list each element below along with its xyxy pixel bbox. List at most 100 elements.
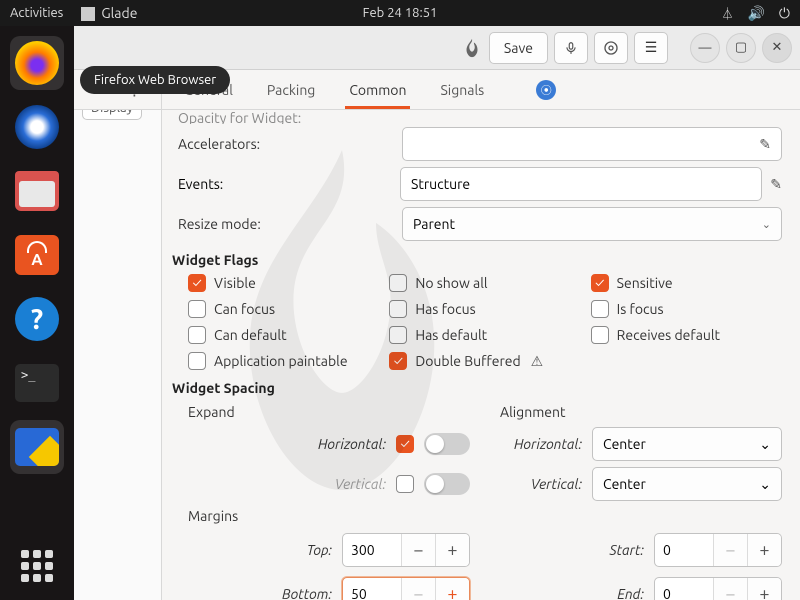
- gear-icon: [603, 40, 619, 56]
- flag-receives-default[interactable]: Receives default: [591, 324, 782, 346]
- dock-terminal[interactable]: >_: [10, 356, 64, 410]
- margin-bottom-plus[interactable]: +: [435, 578, 469, 600]
- align-vertical-label: Vertical:: [500, 476, 582, 492]
- margin-top-input[interactable]: [343, 534, 401, 566]
- chevron-down-icon: ⌄: [759, 476, 771, 493]
- flag-no-show-all[interactable]: No show all: [389, 272, 580, 294]
- clock[interactable]: Feb 24 18:51: [363, 6, 438, 20]
- accelerators-input[interactable]: ✎: [402, 127, 782, 161]
- dock-files[interactable]: [10, 164, 64, 218]
- flag-double-buffered[interactable]: ✓Double Buffered⚠: [389, 350, 580, 372]
- thunderbird-icon: [15, 105, 59, 149]
- resize-mode-select[interactable]: Parent⌄: [402, 207, 782, 241]
- margin-end-spin[interactable]: −+: [654, 577, 782, 600]
- tooltip: Firefox Web Browser: [80, 66, 230, 94]
- glade-app-icon: [15, 428, 59, 466]
- margin-start-minus[interactable]: −: [713, 534, 747, 566]
- margin-top-minus[interactable]: −: [401, 534, 435, 566]
- minimize-button[interactable]: —: [690, 33, 720, 63]
- tab-signals[interactable]: Signals: [438, 72, 486, 108]
- margin-top-label: Top:: [188, 542, 332, 558]
- warning-icon: ⚠: [531, 353, 544, 370]
- accessibility-icon[interactable]: ⦿: [536, 80, 556, 100]
- flag-visible[interactable]: ✓Visible: [188, 272, 379, 294]
- resize-mode-label: Resize mode:: [172, 216, 392, 232]
- flag-is-focus[interactable]: Is focus: [591, 298, 782, 320]
- align-vertical-select[interactable]: Center⌄: [592, 467, 782, 501]
- expand-horizontal-check[interactable]: ✓: [396, 433, 414, 455]
- margin-bottom-label: Bottom:: [188, 586, 332, 600]
- mic-button[interactable]: [554, 32, 588, 64]
- expand-vertical-check[interactable]: [396, 473, 414, 495]
- alignment-heading: Alignment: [500, 400, 782, 424]
- dock-thunderbird[interactable]: [10, 100, 64, 154]
- margin-end-label: End:: [500, 586, 644, 600]
- margins-heading: Margins: [188, 504, 470, 528]
- mic-icon: [564, 41, 578, 55]
- volume-icon[interactable]: 🔊: [747, 5, 764, 22]
- activities-button[interactable]: Activities: [10, 6, 63, 20]
- top-bar: Activities Glade Feb 24 18:51 ⏃ 🔊 ⏻: [0, 0, 800, 26]
- margin-start-label: Start:: [500, 542, 644, 558]
- dock-glade[interactable]: [10, 420, 64, 474]
- widget-tree-pane: Display: [74, 110, 162, 600]
- files-icon: [15, 171, 59, 211]
- properties-pane[interactable]: Opacity for Widget: Accelerators: ✎ Even…: [162, 110, 800, 600]
- flag-has-focus[interactable]: Has focus: [389, 298, 580, 320]
- margin-end-minus[interactable]: −: [713, 578, 747, 600]
- flag-app-paintable[interactable]: Application paintable: [188, 350, 379, 372]
- widget-flags-grid: ✓Visible No show all ✓Sensitive Can focu…: [172, 272, 782, 372]
- edit-icon[interactable]: ✎: [759, 136, 771, 153]
- power-icon[interactable]: ⏻: [779, 5, 790, 22]
- margin-bottom-spin[interactable]: −+: [342, 577, 470, 600]
- titlebar: Save ☰ — ▢ ✕: [74, 26, 800, 70]
- margin-bottom-input[interactable]: [343, 578, 401, 600]
- widget-flags-heading: Widget Flags: [172, 244, 782, 272]
- glade-icon: [81, 7, 95, 21]
- menu-button[interactable]: ☰: [634, 32, 668, 64]
- margin-end-plus[interactable]: +: [747, 578, 781, 600]
- opacity-label: Opacity for Widget:: [172, 110, 782, 124]
- hamburger-icon: ☰: [645, 39, 658, 56]
- margin-top-plus[interactable]: +: [435, 534, 469, 566]
- expand-vertical-label: Vertical:: [188, 476, 386, 492]
- glade-logo-icon: [461, 37, 483, 59]
- flag-sensitive[interactable]: ✓Sensitive: [591, 272, 782, 294]
- events-input[interactable]: Structure: [400, 167, 762, 201]
- expand-vertical-switch[interactable]: [424, 473, 470, 495]
- dock-help[interactable]: ?: [10, 292, 64, 346]
- close-button[interactable]: ✕: [762, 33, 792, 63]
- chevron-down-icon: ⌄: [759, 436, 771, 453]
- margin-start-plus[interactable]: +: [747, 534, 781, 566]
- margin-top-spin[interactable]: −+: [342, 533, 470, 567]
- expand-heading: Expand: [188, 400, 470, 424]
- show-applications[interactable]: [17, 546, 57, 586]
- save-button[interactable]: Save: [489, 32, 548, 64]
- network-icon[interactable]: ⏃: [721, 5, 733, 22]
- accelerators-label: Accelerators:: [172, 136, 392, 152]
- flag-has-default[interactable]: Has default: [389, 324, 580, 346]
- margin-start-spin[interactable]: −+: [654, 533, 782, 567]
- tab-packing[interactable]: Packing: [265, 72, 317, 108]
- dock-software[interactable]: [10, 228, 64, 282]
- settings-button[interactable]: [594, 32, 628, 64]
- dock-firefox[interactable]: [10, 36, 64, 90]
- margin-bottom-minus[interactable]: −: [401, 578, 435, 600]
- active-app[interactable]: Glade: [81, 5, 137, 22]
- events-edit-icon[interactable]: ✎: [770, 176, 782, 193]
- software-icon: [15, 235, 59, 275]
- widget-spacing-heading: Widget Spacing: [172, 372, 782, 400]
- maximize-button[interactable]: ▢: [726, 33, 756, 63]
- flag-can-default[interactable]: Can default: [188, 324, 379, 346]
- glade-window: Save ☰ — ▢ ✕ ⌄ ⋮ General Packing Common …: [74, 26, 800, 600]
- selected-widget[interactable]: Display: [82, 110, 142, 120]
- expand-horizontal-switch[interactable]: [424, 433, 470, 455]
- tab-common[interactable]: Common: [347, 72, 408, 108]
- margin-end-input[interactable]: [655, 578, 713, 600]
- dock: ? >_: [0, 26, 74, 600]
- chevron-down-icon: ⌄: [762, 218, 771, 231]
- align-horizontal-label: Horizontal:: [500, 436, 582, 452]
- margin-start-input[interactable]: [655, 534, 713, 566]
- flag-can-focus[interactable]: Can focus: [188, 298, 379, 320]
- align-horizontal-select[interactable]: Center⌄: [592, 427, 782, 461]
